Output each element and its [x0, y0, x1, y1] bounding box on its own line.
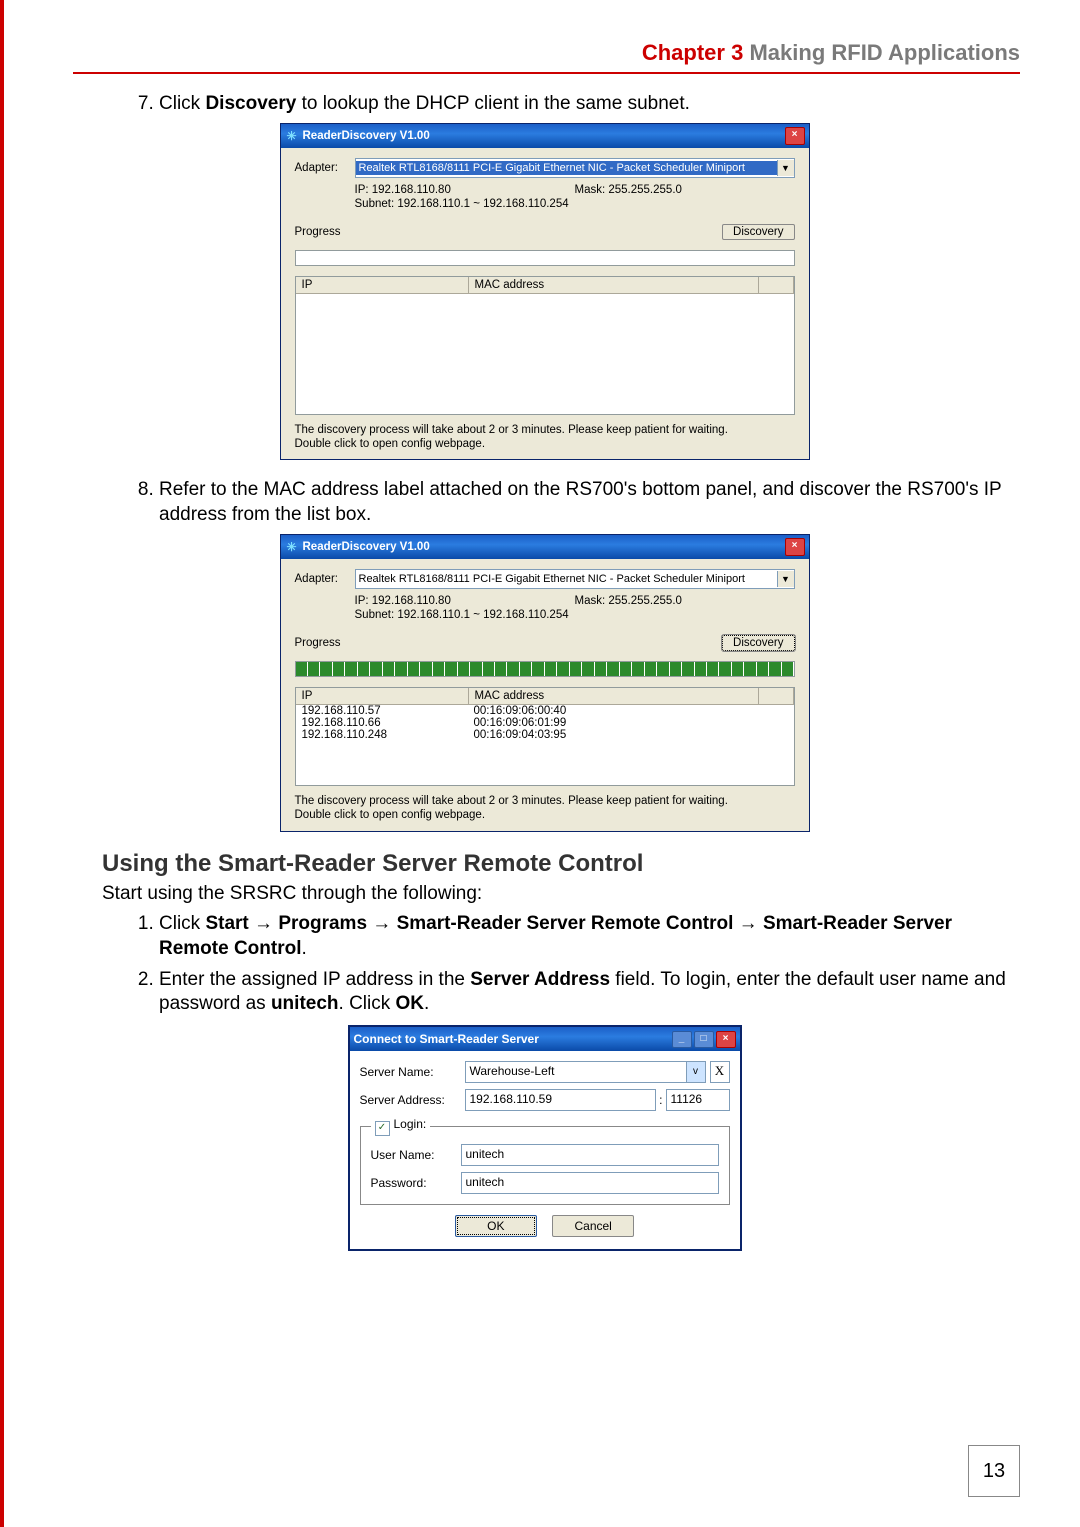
header-rule [73, 72, 1020, 74]
progress-bar-full [295, 661, 795, 677]
login-checkbox[interactable]: ✓ [375, 1121, 390, 1136]
table-row[interactable]: 192.168.110.248 00:16:09:04:03:95 [296, 729, 794, 741]
mask-value: Mask: 255.255.255.0 [575, 595, 682, 607]
chevron-down-icon[interactable]: ▼ [777, 571, 794, 587]
results-table: IP MAC address [295, 276, 795, 415]
progress-label: Progress [295, 637, 355, 649]
col-ip: IP [296, 277, 469, 293]
username-label: User Name: [371, 1148, 461, 1162]
password-label: Password: [371, 1176, 461, 1190]
mask-value: Mask: 255.255.255.0 [575, 184, 682, 196]
server-address-input[interactable]: 192.168.110.59 [465, 1089, 657, 1111]
col-mac: MAC address [469, 688, 759, 704]
ip-value: IP: 192.168.110.80 [355, 184, 575, 196]
app-icon [285, 129, 299, 143]
reader-discovery-window-2: ReaderDiscovery V1.00 × Adapter: Realtek… [280, 534, 810, 832]
table-row[interactable]: 192.168.110.66 00:16:09:06:01:99 [296, 717, 794, 729]
titlebar[interactable]: ReaderDiscovery V1.00 × [281, 535, 809, 559]
footnote-line-2: Double click to open config webpage. [295, 808, 795, 822]
chapter-title: Making RFID Applications [749, 40, 1020, 65]
adapter-label: Adapter: [295, 573, 355, 585]
window-title: ReaderDiscovery V1.00 [303, 130, 430, 142]
clear-button[interactable]: X [710, 1061, 730, 1083]
close-icon[interactable]: × [716, 1031, 736, 1048]
col-ip: IP [296, 688, 469, 704]
window-title: ReaderDiscovery V1.00 [303, 541, 430, 553]
maximize-icon[interactable]: □ [694, 1031, 714, 1048]
srsrc-intro: Start using the SRSRC through the follow… [102, 882, 1020, 907]
section-heading: Using the Smart-Reader Server Remote Con… [102, 850, 1020, 878]
discovery-button[interactable]: Discovery [722, 635, 794, 651]
server-name-input[interactable]: Warehouse-Left [465, 1061, 686, 1083]
ip-value: IP: 192.168.110.80 [355, 595, 575, 607]
reader-discovery-window-1: ReaderDiscovery V1.00 × Adapter: Realtek… [280, 123, 810, 461]
app-icon [285, 540, 299, 554]
srsrc-step-2: Enter the assigned IP address in the Ser… [159, 968, 1020, 1017]
table-row[interactable]: 192.168.110.57 00:16:09:06:00:40 [296, 705, 794, 717]
footnote-line-1: The discovery process will take about 2 … [295, 423, 795, 437]
ok-button[interactable]: OK [455, 1215, 537, 1237]
chevron-down-icon[interactable]: ▼ [777, 160, 794, 176]
adapter-label: Adapter: [295, 162, 355, 174]
close-icon[interactable]: × [785, 127, 805, 145]
page-number: 13 [968, 1445, 1020, 1497]
footnote-line-1: The discovery process will take about 2 … [295, 794, 795, 808]
login-fieldset: ✓Login: User Name: unitech Password: uni… [360, 1117, 730, 1205]
titlebar[interactable]: Connect to Smart-Reader Server _ □ × [350, 1027, 740, 1051]
step-7: Click Discovery to lookup the DHCP clien… [159, 92, 1020, 117]
srsrc-step-1: Click Start → Programs → Smart-Reader Se… [159, 912, 1020, 961]
connect-dialog: Connect to Smart-Reader Server _ □ × Ser… [348, 1025, 742, 1251]
password-input[interactable]: unitech [461, 1172, 719, 1194]
close-icon[interactable]: × [785, 538, 805, 556]
titlebar[interactable]: ReaderDiscovery V1.00 × [281, 124, 809, 148]
window-title: Connect to Smart-Reader Server [354, 1032, 539, 1046]
port-input[interactable]: 11126 [666, 1089, 730, 1111]
subnet-value: Subnet: 192.168.110.1 ~ 192.168.110.254 [355, 198, 795, 210]
chapter-prefix: Chapter 3 [642, 40, 743, 65]
cancel-button[interactable]: Cancel [552, 1215, 634, 1237]
progress-bar [295, 250, 795, 266]
chapter-heading: Chapter 3 Making RFID Applications [69, 40, 1020, 66]
subnet-value: Subnet: 192.168.110.1 ~ 192.168.110.254 [355, 609, 795, 621]
adapter-dropdown[interactable]: Realtek RTL8168/8111 PCI-E Gigabit Ether… [355, 158, 795, 178]
chevron-down-icon[interactable]: v [686, 1061, 706, 1083]
discovery-button[interactable]: Discovery [722, 224, 794, 240]
minimize-icon[interactable]: _ [672, 1031, 692, 1048]
server-name-label: Server Name: [360, 1065, 465, 1079]
footnote-line-2: Double click to open config webpage. [295, 437, 795, 451]
results-table: IP MAC address 192.168.110.57 00:16:09:0… [295, 687, 795, 786]
step-8: Refer to the MAC address label attached … [159, 478, 1020, 527]
server-address-label: Server Address: [360, 1093, 465, 1107]
progress-label: Progress [295, 226, 355, 238]
adapter-dropdown[interactable]: Realtek RTL8168/8111 PCI-E Gigabit Ether… [355, 569, 795, 589]
col-mac: MAC address [469, 277, 759, 293]
username-input[interactable]: unitech [461, 1144, 719, 1166]
